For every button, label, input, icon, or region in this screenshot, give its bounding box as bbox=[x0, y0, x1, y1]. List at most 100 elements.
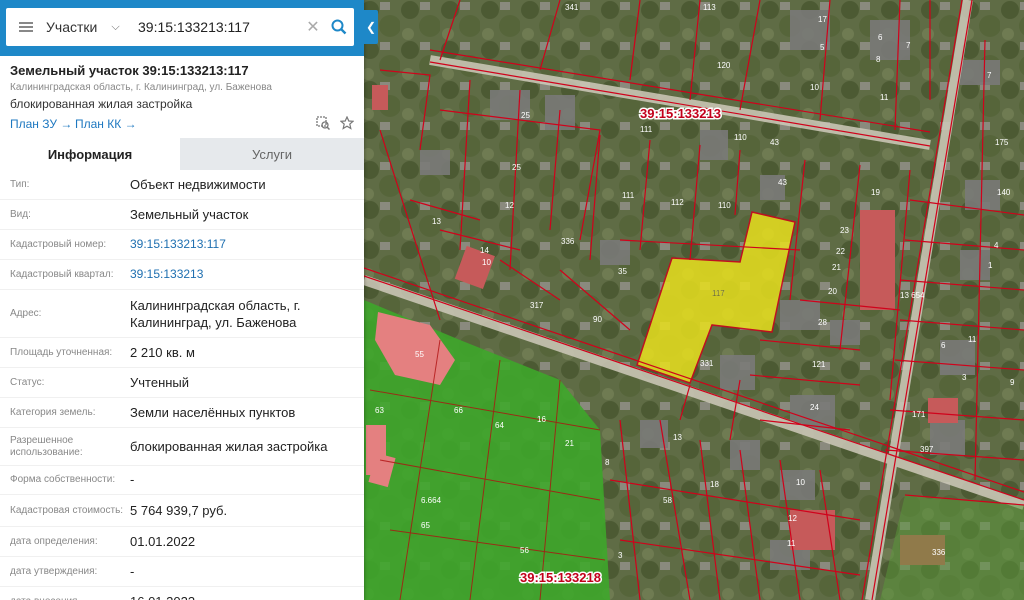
info-row-label: Статус: bbox=[10, 376, 45, 388]
object-address: Калининградская область, г. Калининград,… bbox=[10, 82, 272, 93]
parcel-number: 3 bbox=[618, 551, 623, 560]
parcel-number: 341 bbox=[565, 3, 579, 12]
info-row: Вид: Земельный участок bbox=[0, 200, 364, 230]
chevron-left-icon: ❮ bbox=[365, 20, 377, 34]
info-row-value: Калининградская область, г. Калининград,… bbox=[130, 297, 301, 330]
object-use: блокированная жилая застройка bbox=[10, 97, 193, 111]
parcel-number: 13 654 bbox=[900, 291, 925, 300]
info-row-link[interactable]: 39:15:133213 bbox=[130, 266, 355, 283]
parcel-number: 7 bbox=[906, 41, 911, 50]
parcel-number: 171 bbox=[912, 410, 926, 419]
object-title: Земельный участок 39:15:133213:117 bbox=[10, 63, 249, 78]
info-row: дата утверждения: - bbox=[0, 557, 364, 587]
info-row: Кадастровый квартал: 39:15:133213 bbox=[0, 260, 364, 290]
quarter-label-top: 39:15:133213 bbox=[640, 106, 721, 121]
info-panel: Участки ⌵ 39:15:133213:117 ✕ Земельный у… bbox=[0, 0, 364, 600]
parcel-number: 397 bbox=[920, 445, 934, 454]
info-row-value: 5 764 939,7 руб. bbox=[130, 502, 228, 518]
parcel-number: 1 bbox=[988, 261, 993, 270]
info-row-label: Кадастровый номер: bbox=[10, 238, 107, 250]
search-icon[interactable] bbox=[324, 19, 354, 35]
clear-icon[interactable]: ✕ bbox=[302, 17, 324, 37]
info-row-value: блокированная жилая застройка bbox=[130, 438, 328, 454]
panel-tabs: Информация Услуги bbox=[0, 138, 364, 170]
collapse-panel-button[interactable]: ❮ bbox=[364, 10, 378, 44]
parcel-number: 11 bbox=[880, 93, 889, 102]
info-row-label: Кадастровая стоимость: bbox=[10, 504, 124, 516]
parcel-number: 22 bbox=[836, 247, 845, 256]
parcel-number: 11 bbox=[787, 539, 796, 548]
info-row-link[interactable]: 39:15:133213:117 bbox=[130, 236, 355, 253]
parcel-number: 8 bbox=[876, 55, 881, 64]
parcel-number: 58 bbox=[663, 496, 672, 505]
parcel-number: 13 bbox=[673, 433, 682, 442]
category-select-value: Участки bbox=[46, 19, 98, 35]
parcel-number: 13 bbox=[432, 217, 441, 226]
info-row: Кадастровая стоимость: 5 764 939,7 руб. bbox=[0, 495, 364, 527]
info-row: Разрешенное использование: блокированная … bbox=[0, 428, 364, 466]
info-row-label: Вид: bbox=[10, 208, 31, 220]
info-row: Форма собственности: - bbox=[0, 466, 364, 495]
parcel-number: 175 bbox=[995, 138, 1009, 147]
info-row-label: Категория земель: bbox=[10, 406, 96, 418]
info-row: Тип: Объект недвижимости bbox=[0, 170, 364, 200]
parcel-number: 7 bbox=[987, 71, 992, 80]
plan-kk-link[interactable]: План КК → bbox=[75, 117, 137, 131]
parcel-number: 3 bbox=[962, 373, 967, 382]
parcel-number: 10 bbox=[796, 478, 805, 487]
parcel-number: 43 bbox=[778, 178, 787, 187]
info-row-value: - bbox=[130, 563, 135, 579]
parcel-number: 12 bbox=[505, 201, 514, 210]
plan-zu-link[interactable]: План ЗУ → bbox=[10, 117, 72, 131]
plan-zu-label: План ЗУ bbox=[10, 117, 57, 131]
info-row-label: Форма собственности: bbox=[10, 474, 116, 485]
tab-services[interactable]: Услуги bbox=[180, 138, 364, 170]
app-root: { "search": { "category": "Участки", "qu… bbox=[0, 0, 1024, 600]
parcel-number: 6 bbox=[941, 341, 946, 350]
parcel-number: 17 bbox=[818, 15, 827, 24]
parcel-number: 110 bbox=[734, 133, 747, 142]
parcel-number: 336 bbox=[561, 237, 575, 246]
info-row-value: 01.01.2022 bbox=[130, 533, 196, 549]
parcel-number: 317 bbox=[530, 301, 544, 310]
info-row-label: дата утверждения: bbox=[10, 565, 98, 577]
info-row: дата определения: 01.01.2022 bbox=[0, 527, 364, 557]
parcel-number: 35 bbox=[618, 267, 627, 276]
parcel-number: 8 bbox=[605, 458, 610, 467]
parcel-number: 10 bbox=[482, 258, 491, 267]
parcel-number: 20 bbox=[828, 287, 837, 296]
parcel-number: 18 bbox=[710, 480, 719, 489]
star-icon[interactable] bbox=[339, 115, 355, 135]
parcel-number: 25 bbox=[512, 163, 521, 172]
object-header: Земельный участок 39:15:133213:117 Калин… bbox=[0, 56, 364, 138]
parcel-number: 24 bbox=[810, 403, 819, 412]
search-box[interactable]: Участки ⌵ 39:15:133213:117 ✕ bbox=[6, 8, 354, 46]
parcel-number: 90 bbox=[593, 315, 602, 324]
zoom-to-object-icon[interactable] bbox=[316, 116, 331, 135]
parcel-number: 6 bbox=[878, 33, 883, 42]
parcel-number: 21 bbox=[832, 263, 841, 272]
info-row: Адрес: Калининградская область, г. Калини… bbox=[0, 290, 364, 338]
category-select[interactable]: Участки ⌵ bbox=[46, 19, 136, 35]
search-bar: Участки ⌵ 39:15:133213:117 ✕ bbox=[0, 0, 364, 56]
info-row: Кадастровый номер: 39:15:133213:117 bbox=[0, 230, 364, 260]
info-row-label: Тип: bbox=[10, 178, 30, 190]
info-row-value: 2 210 кв. м bbox=[130, 344, 195, 360]
parcel-number: 25 bbox=[521, 111, 530, 120]
parcel-number: 120 bbox=[717, 61, 731, 70]
info-row-label: Кадастровый квартал: bbox=[10, 268, 114, 280]
menu-icon[interactable] bbox=[6, 8, 46, 46]
parcel-number: 21 bbox=[565, 439, 574, 448]
parcel-number: 19 bbox=[871, 188, 880, 197]
parcel-number: 14 bbox=[480, 246, 489, 255]
parcel-number: 113 bbox=[703, 3, 716, 12]
info-row-value: 16.01.2023 bbox=[130, 593, 355, 600]
parcel-number: 4 bbox=[994, 241, 999, 250]
parcel-number: 28 bbox=[818, 318, 827, 327]
parcel-number: 43 bbox=[770, 138, 779, 147]
search-input[interactable]: 39:15:133213:117 bbox=[136, 19, 302, 35]
parcel-number: 10 bbox=[810, 83, 819, 92]
tab-information[interactable]: Информация bbox=[0, 138, 180, 170]
info-row-label: Адрес: bbox=[10, 307, 42, 319]
parcel-number: 9 bbox=[1010, 378, 1015, 387]
